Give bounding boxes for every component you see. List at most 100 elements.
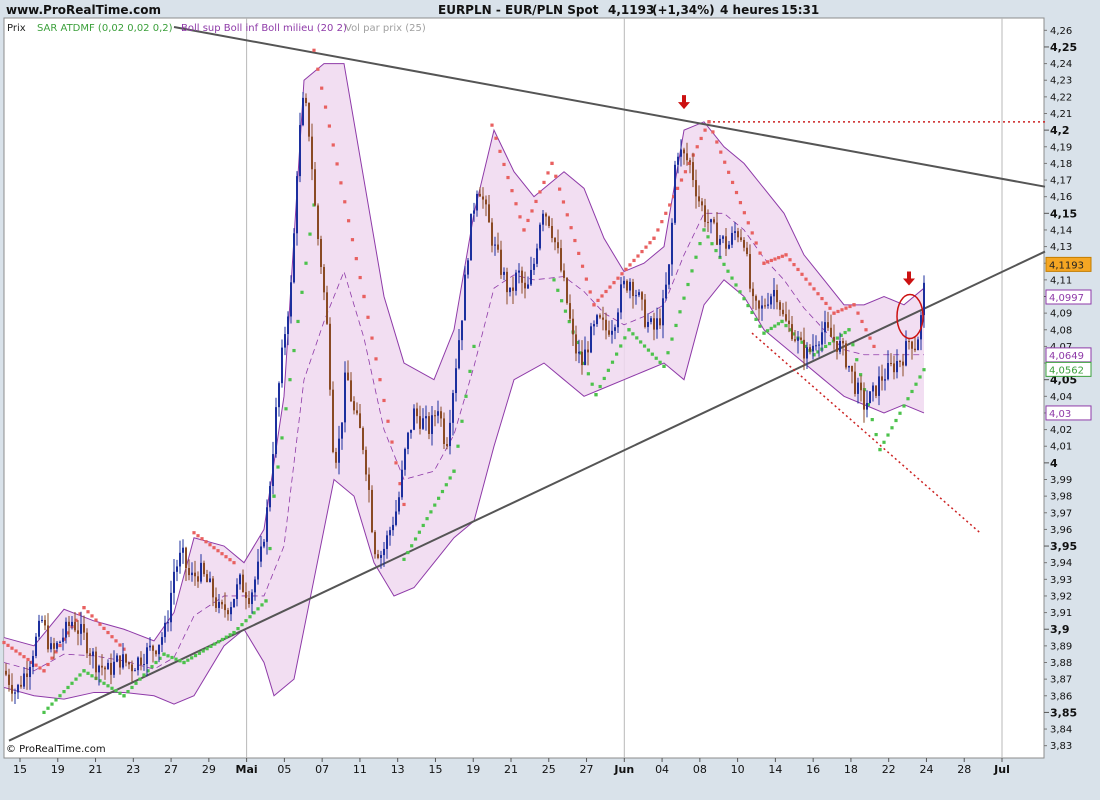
candle-body (671, 222, 673, 265)
sar-dot-up (240, 623, 244, 627)
candle-body (818, 344, 820, 346)
x-tick-label: 13 (391, 763, 405, 776)
sar-dot-down (106, 630, 110, 635)
candle-body (419, 416, 421, 429)
candle-body (815, 345, 817, 347)
badge-last-price-text: 4,1193 (1049, 260, 1084, 271)
candle-body (65, 621, 67, 638)
candle-body (746, 247, 748, 255)
candle-body (530, 269, 532, 285)
candle-body (686, 153, 688, 161)
sar-dot-down (554, 174, 558, 178)
sar-dot-down (550, 161, 554, 166)
candle-body (704, 205, 706, 222)
candle-body (728, 244, 730, 249)
sar-dot-up (710, 242, 714, 246)
sar-dot-down (510, 189, 514, 193)
candle-body (455, 368, 457, 394)
sar-dot-down (777, 256, 781, 260)
candle-body (581, 351, 583, 366)
candle-body (59, 641, 61, 643)
sar-dot-down (362, 294, 366, 299)
sar-dot-down (596, 298, 600, 302)
site-url[interactable]: www.ProRealTime.com (6, 3, 161, 17)
sar-dot-up (174, 657, 178, 661)
candle-body (122, 654, 124, 668)
legend-bollinger: Boll sup Boll inf Boll milieu (20 2) (181, 23, 347, 34)
candle-body (98, 665, 100, 673)
candle-body (188, 568, 190, 576)
x-tick-label: 22 (882, 763, 896, 776)
candle-body (38, 620, 40, 637)
sar-dot-down (636, 254, 640, 258)
sar-dot-down (848, 304, 852, 309)
sar-dot-down (792, 263, 796, 267)
candle-body (563, 270, 565, 278)
candle-body (467, 260, 469, 275)
sar-dot-up (444, 483, 448, 487)
sar-dot-up (594, 393, 598, 397)
sar-dot-down (224, 555, 228, 559)
y-tick-label: 4,26 (1050, 26, 1072, 37)
sar-dot-down (580, 264, 585, 268)
sar-dot-up (670, 337, 674, 341)
sar-dot-down (600, 294, 604, 298)
sar-dot-up (256, 607, 260, 611)
sar-dot-up (217, 640, 221, 644)
x-tick-label: 29 (202, 763, 216, 776)
y-tick-label: 4,25 (1050, 41, 1077, 54)
sar-dot-down (715, 140, 719, 144)
candle-body (848, 365, 850, 368)
candle-body (341, 422, 343, 439)
candle-body (269, 486, 271, 508)
sar-dot-down (719, 150, 723, 154)
sar-dot-up (460, 419, 464, 423)
candle-body (776, 289, 778, 303)
sar-dot-down (769, 258, 773, 263)
candle-body (248, 598, 250, 605)
sar-dot-down (707, 120, 711, 124)
candle-body (857, 382, 859, 394)
candle-body (278, 383, 280, 408)
sar-dot-down (758, 251, 762, 255)
sar-dot-up (610, 360, 615, 364)
sar-dot-up (654, 356, 658, 360)
candle-body (44, 619, 46, 626)
sar-dot-down (648, 241, 652, 245)
candle-body (389, 530, 391, 536)
sar-dot-up (74, 677, 78, 681)
sar-dot-down (573, 238, 577, 243)
sar-dot-down (382, 398, 386, 403)
timeframe: 4 heures (720, 3, 779, 17)
y-tick-label: 4,2 (1050, 124, 1070, 137)
sar-dot-up (260, 603, 264, 607)
sar-dot-down (494, 136, 498, 140)
y-tick-label: 3,84 (1050, 725, 1072, 736)
sar-dot-up (754, 317, 758, 321)
candle-body (11, 684, 13, 694)
sar-dot-down (530, 209, 534, 213)
sar-dot-down (703, 128, 707, 132)
candle-body (17, 684, 19, 693)
candle-body (230, 607, 232, 615)
sar-dot-down (228, 558, 232, 562)
candle-body (770, 296, 772, 305)
sar-dot-down (679, 178, 684, 182)
sar-dot-up (784, 324, 788, 328)
candle-body (662, 298, 664, 326)
sar-dot-up (220, 637, 225, 642)
sar-dot-down (750, 231, 754, 235)
candle-body (350, 380, 352, 402)
sar-dot-down (526, 218, 530, 223)
sar-dot-down (738, 201, 743, 205)
candle-body (641, 292, 643, 300)
candle-body (332, 389, 334, 452)
sar-dot-down (664, 211, 668, 215)
y-tick-label: 4,13 (1050, 242, 1072, 253)
candle-body (182, 547, 184, 553)
candle-body (224, 604, 226, 611)
sar-dot-up (82, 669, 86, 673)
sar-dot-down (640, 249, 644, 254)
candle-body (731, 232, 733, 245)
sar-dot-down (824, 301, 828, 306)
